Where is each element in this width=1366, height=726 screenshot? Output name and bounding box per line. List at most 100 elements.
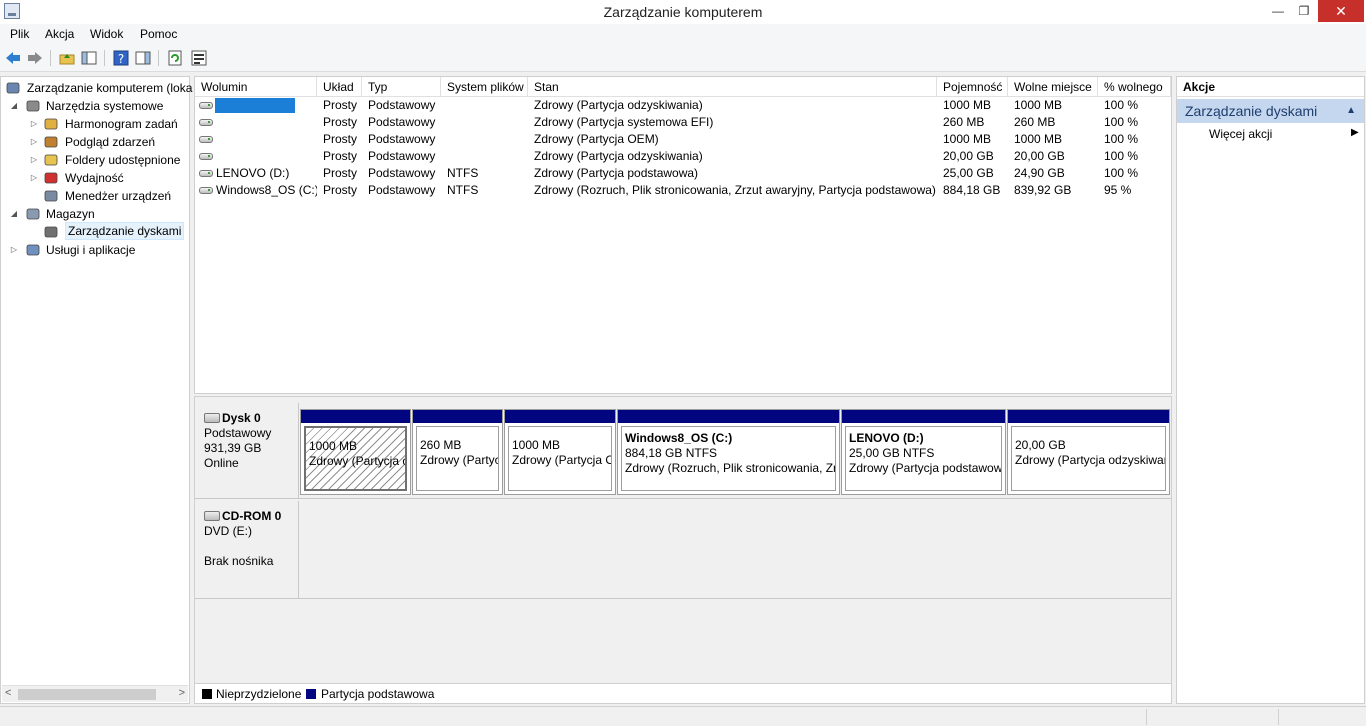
scroll-thumb[interactable] [18, 689, 156, 700]
column-header-filesystem[interactable]: System plików [441, 77, 528, 97]
cdrom0-row [299, 501, 1171, 599]
tree-item-label: Foldery udostępnione [65, 153, 181, 167]
disk-partition[interactable]: 1000 MBZdrowy (Partycja OEM) [504, 409, 616, 495]
expand-arrow-icon[interactable]: ▷ [29, 133, 39, 151]
table-cell-capacity: 20,00 GB [943, 149, 994, 163]
menu-pomoc[interactable]: Pomoc [140, 27, 177, 41]
column-header-volume[interactable]: Wolumin [195, 77, 317, 97]
tree-item-label: Zarządzanie dyskami [65, 222, 185, 240]
disk0-name: Dysk 0 [222, 411, 261, 425]
partition-status: Zdrowy (Partycja systemowa EFI) [420, 453, 498, 467]
expand-arrow-icon[interactable]: ◢ [9, 97, 19, 115]
expand-arrow-icon[interactable]: ▷ [29, 151, 39, 169]
tree-item[interactable]: ▷ Foldery udostępnione [1, 151, 189, 169]
partition-title: LENOVO (D:) [849, 431, 924, 445]
partition-type-bar [842, 410, 1005, 423]
partition-size: 260 MB [420, 438, 462, 452]
tree-item[interactable]: Zarządzanie komputerem (loka [1, 79, 192, 97]
minimize-button[interactable]: — [1264, 0, 1292, 22]
menu-plik[interactable]: Plik [10, 27, 29, 41]
horizontal-scrollbar[interactable]: < > [2, 685, 188, 702]
actions-section-disk-management[interactable]: Zarządzanie dyskami ▲ [1177, 99, 1364, 123]
table-cell-pct: 100 % [1104, 166, 1139, 180]
services-apps-icon [25, 242, 41, 258]
tree-item[interactable]: ▷ Harmonogram zadań [1, 115, 189, 133]
column-header-percent-free[interactable]: % wolnego [1098, 77, 1171, 97]
table-row[interactable]: LENOVO (D:) Prosty Podstawowy NTFS Zdrowy (P… [195, 165, 1171, 182]
properties-icon[interactable] [190, 49, 208, 67]
tree-item[interactable]: ◢ Narzędzia systemowe [1, 97, 189, 115]
table-cell-pct: 100 % [1104, 115, 1139, 129]
table-cell-status: Zdrowy (Rozruch, Plik stronicowania, Zrz… [534, 183, 936, 197]
storage-icon [25, 206, 41, 222]
toolbar-separator [50, 50, 51, 66]
table-cell-type: Podstawowy [368, 115, 436, 129]
table-cell-fs [441, 131, 528, 148]
legend-label-unallocated: Nieprzydzielone [216, 687, 302, 701]
expand-arrow-icon[interactable]: ▷ [9, 241, 19, 259]
table-cell-fs [441, 148, 528, 165]
partition-status: Zdrowy (Partycja podstawowa) [849, 461, 1002, 475]
table-row[interactable]: Prosty Podstawowy Zdrowy (Partycja systemo… [195, 114, 1171, 131]
title-bar: Zarządzanie komputerem — ❐ ✕ [0, 0, 1366, 24]
disk0-label[interactable]: Dysk 0 Podstawowy 931,39 GB Online [195, 403, 299, 499]
table-cell-capacity: 1000 MB [943, 132, 992, 146]
show-hide-tree-icon[interactable] [80, 49, 98, 67]
table-row[interactable]: Windows8_OS (C:) Prosty Podstawowy NTFS Zdro… [195, 182, 1171, 199]
column-header-status[interactable]: Stan [528, 77, 937, 97]
table-cell-pct: 100 % [1104, 132, 1139, 146]
disk-partition[interactable]: 1000 MBZdrowy (Partycja odzyskiwania) [300, 409, 411, 495]
expand-arrow-icon[interactable]: ▷ [29, 169, 39, 187]
cdrom0-label[interactable]: CD-ROM 0 DVD (E:) Brak nośnika [195, 501, 299, 599]
tree-item-label: Harmonogram zadań [65, 117, 178, 131]
tree-item[interactable]: Zarządzanie dyskami [1, 222, 189, 241]
table-cell-capacity: 260 MB [943, 115, 985, 129]
partition-body: Windows8_OS (C:) 884,18 GB NTFS Zdrowy (Ro… [621, 426, 836, 491]
disk-partition[interactable]: LENOVO (D:) 25,00 GB NTFS Zdrowy (Partycja… [841, 409, 1006, 495]
scroll-left-icon[interactable]: < [5, 687, 11, 699]
disk0-state: Online [204, 456, 239, 470]
cdrom-icon [204, 511, 220, 521]
table-cell-status: Zdrowy (Partycja OEM) [534, 132, 659, 146]
column-header-layout[interactable]: Układ [317, 77, 362, 97]
tree-item[interactable]: ▷ Wydajność [1, 169, 189, 187]
forward-icon[interactable] [26, 49, 44, 67]
close-button[interactable]: ✕ [1318, 0, 1364, 22]
disk-partition[interactable]: 20,00 GBZdrowy (Partycja odzyskiwania) [1007, 409, 1170, 495]
expand-arrow-icon[interactable]: ▷ [29, 115, 39, 133]
table-row[interactable]: Prosty Podstawowy Zdrowy (Partycja odzyski… [195, 97, 1171, 114]
up-folder-icon[interactable] [58, 49, 76, 67]
table-cell-free: 20,00 GB [1014, 149, 1065, 163]
refresh-icon[interactable] [166, 49, 184, 67]
table-cell-type: Podstawowy [368, 166, 436, 180]
table-row[interactable]: Prosty Podstawowy Zdrowy (Partycja OEM) 100… [195, 131, 1171, 148]
partition-status: Zdrowy (Partycja OEM) [512, 453, 611, 467]
table-row[interactable]: Prosty Podstawowy Zdrowy (Partycja odzyski… [195, 148, 1171, 165]
submenu-arrow-icon[interactable]: ▶ [1351, 127, 1359, 138]
tree-item[interactable]: Menedżer urządzeń [1, 187, 189, 205]
disk-partition[interactable]: Windows8_OS (C:) 884,18 GB NTFS Zdrowy (Ro… [617, 409, 840, 495]
more-actions-item[interactable]: Więcej akcji [1209, 127, 1272, 141]
restore-button[interactable]: ❐ [1290, 0, 1318, 22]
system-tools-icon [25, 98, 41, 114]
show-hide-action-pane-icon[interactable] [134, 49, 152, 67]
menu-widok[interactable]: Widok [90, 27, 123, 41]
disk0-size: 931,39 GB [204, 441, 262, 455]
column-header-capacity[interactable]: Pojemność [937, 77, 1008, 97]
tree-item[interactable]: ▷ Podgląd zdarzeń [1, 133, 189, 151]
expand-arrow-icon[interactable]: ◢ [9, 205, 19, 223]
scroll-right-icon[interactable]: > [179, 687, 185, 699]
tree-item[interactable]: ▷ Usługi i aplikacje [1, 241, 189, 259]
table-cell-layout: Prosty [323, 166, 358, 180]
table-cell-capacity: 1000 MB [943, 98, 992, 112]
disk-partition[interactable]: 260 MBZdrowy (Partycja systemowa EFI) [412, 409, 503, 495]
actions-pane: Akcje Zarządzanie dyskami ▲ Więcej akcji… [1176, 76, 1365, 704]
collapse-up-icon[interactable]: ▲ [1346, 99, 1356, 123]
menu-akcja[interactable]: Akcja [45, 27, 74, 41]
help-icon[interactable]: ? [112, 49, 130, 67]
column-header-free-space[interactable]: Wolne miejsce [1008, 77, 1098, 97]
column-header-type[interactable]: Typ [362, 77, 441, 97]
tree-item[interactable]: ◢ Magazyn [1, 205, 189, 223]
back-icon[interactable] [4, 49, 22, 67]
